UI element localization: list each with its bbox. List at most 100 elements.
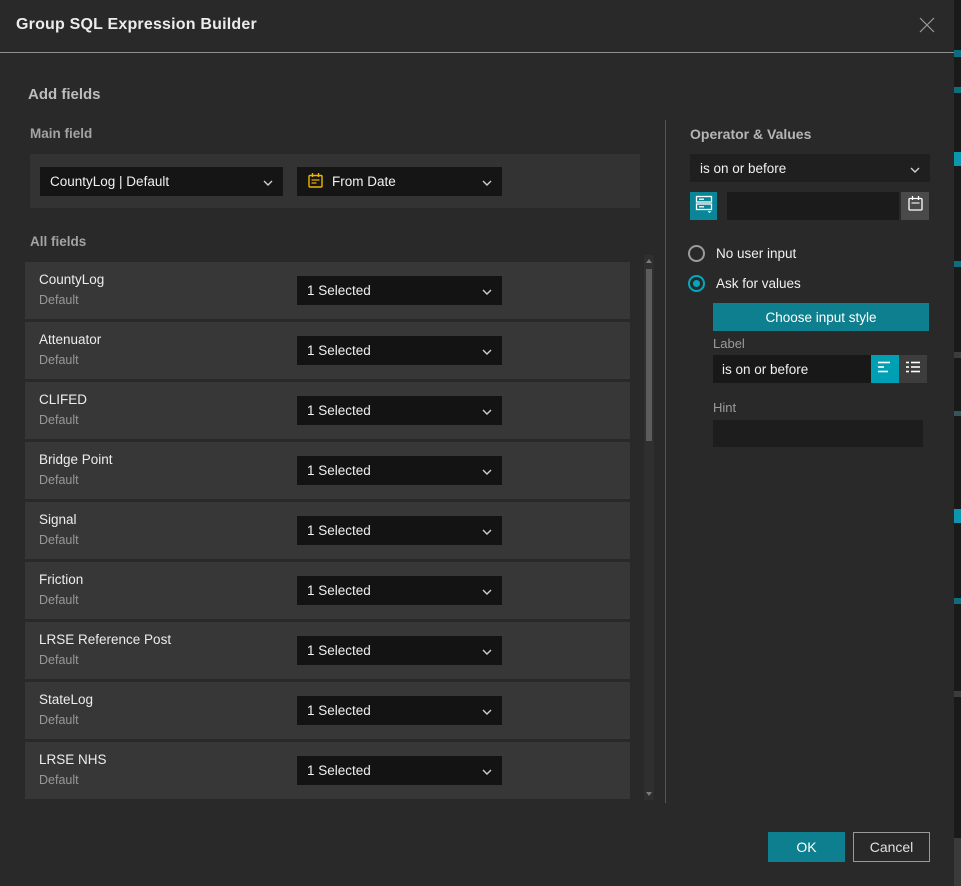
chevron-down-icon (482, 523, 492, 538)
chevron-down-icon (482, 463, 492, 478)
chevron-down-icon (910, 161, 920, 176)
radio-ask-for-values[interactable]: Ask for values (688, 275, 801, 292)
add-fields-heading: Add fields (28, 86, 101, 103)
label-field-label: Label (713, 336, 745, 351)
label-input[interactable] (713, 355, 871, 383)
field-selected-value: 1 Selected (307, 643, 482, 658)
field-row: Friction Default 1 Selected (25, 562, 630, 619)
hint-field-label: Hint (713, 400, 736, 415)
field-subtitle: Default (39, 413, 79, 427)
field-subtitle: Default (39, 593, 79, 607)
field-name: LRSE Reference Post (39, 632, 171, 647)
hint-input[interactable] (713, 420, 923, 447)
field-selected-value: 1 Selected (307, 283, 482, 298)
main-field-date-select[interactable]: From Date (297, 167, 502, 196)
radio-no-user-input[interactable]: No user input (688, 245, 796, 262)
field-subtitle: Default (39, 653, 79, 667)
chevron-down-icon (482, 174, 492, 189)
field-selected-dropdown[interactable]: 1 Selected (297, 396, 502, 425)
field-name: CLIFED (39, 392, 87, 407)
field-name: StateLog (39, 692, 93, 707)
field-name: Signal (39, 512, 77, 527)
operator-select[interactable]: is on or before (690, 154, 930, 182)
field-name: Bridge Point (39, 452, 113, 467)
background-app-sliver (954, 0, 961, 886)
value-input[interactable] (727, 192, 899, 220)
set-value-from-field-button[interactable] (690, 192, 717, 220)
chevron-down-icon (482, 583, 492, 598)
field-name: LRSE NHS (39, 752, 107, 767)
field-subtitle: Default (39, 773, 79, 787)
operator-select-value: is on or before (700, 161, 910, 176)
field-selected-value: 1 Selected (307, 583, 482, 598)
main-field-select[interactable]: CountyLog | Default (40, 167, 283, 196)
field-selected-value: 1 Selected (307, 763, 482, 778)
calendar-icon (907, 195, 924, 217)
ok-button[interactable]: OK (768, 832, 845, 862)
field-subtitle: Default (39, 713, 79, 727)
field-selected-dropdown[interactable]: 1 Selected (297, 336, 502, 365)
radio-circle-icon (688, 245, 705, 262)
field-row: Signal Default 1 Selected (25, 502, 630, 559)
field-row: LRSE NHS Default 1 Selected (25, 742, 630, 799)
chevron-down-icon (482, 703, 492, 718)
radio-circle-selected-icon (688, 275, 705, 292)
field-selected-dropdown[interactable]: 1 Selected (297, 696, 502, 725)
choose-input-style-button[interactable]: Choose input style (713, 303, 929, 331)
align-left-icon (877, 360, 893, 379)
field-selected-value: 1 Selected (307, 703, 482, 718)
field-name: Attenuator (39, 332, 101, 347)
dialog-title: Group SQL Expression Builder (16, 16, 257, 34)
field-row: StateLog Default 1 Selected (25, 682, 630, 739)
field-row: LRSE Reference Post Default 1 Selected (25, 622, 630, 679)
cancel-button[interactable]: Cancel (853, 832, 930, 862)
field-subtitle: Default (39, 293, 79, 307)
field-selected-dropdown[interactable]: 1 Selected (297, 576, 502, 605)
chevron-down-icon (482, 763, 492, 778)
field-row: Attenuator Default 1 Selected (25, 322, 630, 379)
field-selected-dropdown[interactable]: 1 Selected (297, 456, 502, 485)
panel-divider (665, 120, 666, 803)
field-selected-dropdown[interactable]: 1 Selected (297, 756, 502, 785)
chevron-down-icon (482, 643, 492, 658)
main-field-label: Main field (30, 126, 92, 141)
field-selected-value: 1 Selected (307, 343, 482, 358)
main-field-select-value: CountyLog | Default (50, 174, 263, 189)
field-name: Friction (39, 572, 83, 587)
field-row: CountyLog Default 1 Selected (25, 262, 630, 319)
field-stack-icon (695, 194, 713, 218)
chevron-down-icon (263, 174, 273, 189)
field-subtitle: Default (39, 473, 79, 487)
input-style-list-button[interactable] (899, 355, 927, 383)
list-scrollbar[interactable] (644, 255, 654, 800)
field-subtitle: Default (39, 533, 79, 547)
operator-values-heading: Operator & Values (690, 126, 811, 142)
close-button[interactable] (914, 14, 940, 40)
main-field-date-value: From Date (332, 174, 474, 189)
close-icon (918, 16, 936, 39)
field-selected-dropdown[interactable]: 1 Selected (297, 516, 502, 545)
scrollbar-up-arrow-icon[interactable] (646, 259, 652, 263)
all-fields-list: CountyLog Default 1 Selected Attenuator … (25, 262, 630, 802)
field-row: Bridge Point Default 1 Selected (25, 442, 630, 499)
chevron-down-icon (482, 343, 492, 358)
radio-ask-for-values-label: Ask for values (716, 276, 801, 291)
chevron-down-icon (482, 403, 492, 418)
date-picker-button[interactable] (901, 192, 929, 220)
field-selected-dropdown[interactable]: 1 Selected (297, 636, 502, 665)
scrollbar-thumb[interactable] (646, 269, 652, 441)
input-style-single-button[interactable] (871, 355, 899, 383)
field-selected-value: 1 Selected (307, 463, 482, 478)
group-sql-expression-builder-dialog: Group SQL Expression Builder Add fields … (0, 0, 961, 886)
all-fields-label: All fields (30, 234, 86, 249)
calendar-icon (307, 172, 324, 192)
dialog-titlebar: Group SQL Expression Builder (0, 0, 954, 53)
field-row: CLIFED Default 1 Selected (25, 382, 630, 439)
list-icon (905, 360, 921, 379)
field-selected-dropdown[interactable]: 1 Selected (297, 276, 502, 305)
scrollbar-down-arrow-icon[interactable] (646, 792, 652, 796)
chevron-down-icon (482, 283, 492, 298)
field-selected-value: 1 Selected (307, 523, 482, 538)
field-selected-value: 1 Selected (307, 403, 482, 418)
radio-no-user-input-label: No user input (716, 246, 796, 261)
